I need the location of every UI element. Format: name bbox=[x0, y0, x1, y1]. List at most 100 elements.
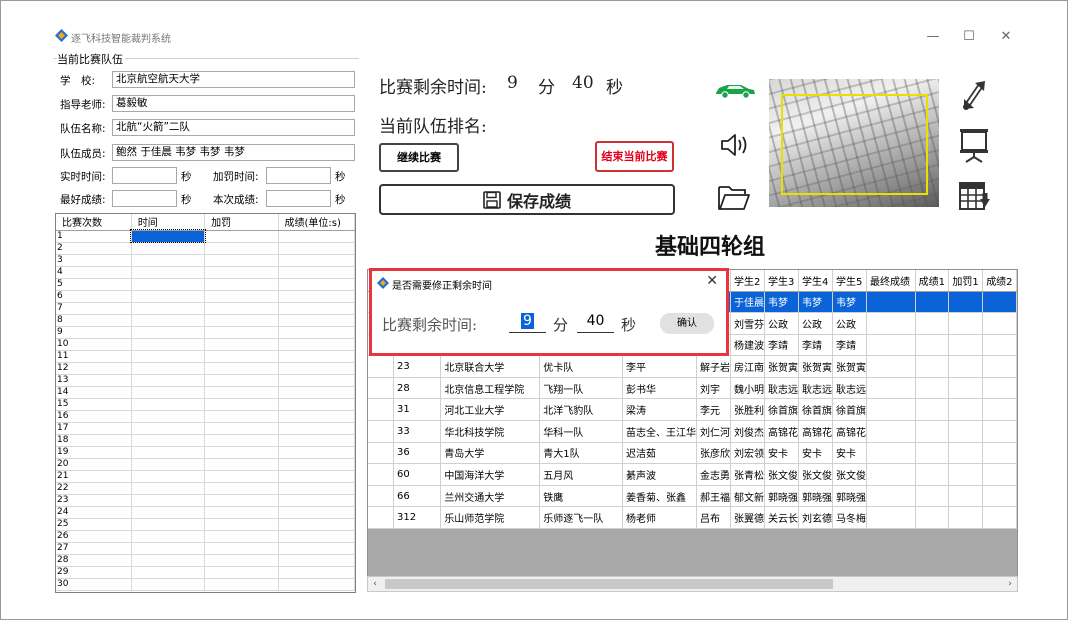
table-row[interactable]: 15 bbox=[56, 398, 355, 411]
table-cell[interactable] bbox=[278, 278, 355, 291]
table-cell[interactable] bbox=[131, 314, 206, 327]
table-cell[interactable] bbox=[204, 290, 279, 303]
table-row[interactable]: 23 北京联合大学 优卡队 李平 解子岩 房江南 张贺寅 张贺寅 张贺寅 bbox=[368, 355, 1017, 378]
table-cell[interactable]: 彭书华 bbox=[622, 377, 697, 400]
table-row[interactable]: 5 bbox=[56, 278, 355, 291]
dialog-minutes-input[interactable]: 9 bbox=[509, 313, 546, 333]
table-row[interactable]: 2 bbox=[56, 242, 355, 255]
table-cell[interactable] bbox=[278, 470, 355, 483]
table-cell[interactable] bbox=[131, 410, 206, 423]
realtime-field[interactable] bbox=[112, 167, 177, 184]
table-cell[interactable] bbox=[131, 422, 206, 435]
table-cell[interactable]: 刘俊杰 bbox=[730, 420, 765, 443]
table-cell[interactable] bbox=[982, 377, 1017, 400]
dialog-close-icon[interactable]: ✕ bbox=[706, 273, 718, 289]
table-cell[interactable] bbox=[982, 398, 1017, 422]
table-cell[interactable] bbox=[204, 458, 279, 471]
table-cell[interactable] bbox=[278, 542, 355, 555]
table-cell[interactable]: 2 bbox=[56, 242, 132, 255]
table-cell[interactable]: 安卡 bbox=[798, 442, 833, 465]
table-cell[interactable] bbox=[982, 334, 1017, 357]
table-cell[interactable] bbox=[915, 485, 950, 508]
table-cell[interactable]: 26 bbox=[56, 530, 132, 543]
table-cell[interactable] bbox=[131, 398, 206, 411]
team-name-field[interactable]: 北航“火箭”二队 bbox=[112, 119, 355, 136]
table-cell[interactable] bbox=[204, 266, 279, 279]
table-cell[interactable]: 张贺寅 bbox=[798, 355, 833, 378]
table-cell[interactable]: 11 bbox=[56, 350, 132, 363]
table-cell[interactable]: 312 bbox=[393, 506, 442, 530]
table-cell[interactable]: 18 bbox=[56, 434, 132, 447]
table-cell[interactable] bbox=[915, 463, 950, 486]
members-field[interactable]: 鲍然 于佳晨 韦梦 韦梦 韦梦 bbox=[112, 144, 355, 161]
minimize-button[interactable]: — bbox=[923, 29, 943, 45]
table-cell[interactable] bbox=[915, 312, 950, 335]
column-header[interactable]: 加罚 bbox=[204, 214, 279, 231]
table-cell[interactable]: 31 bbox=[393, 398, 442, 422]
table-cell[interactable] bbox=[948, 398, 984, 422]
table-cell[interactable] bbox=[278, 458, 355, 471]
dialog-ok-button[interactable]: 确认 bbox=[660, 313, 714, 334]
table-cell[interactable]: 公政 bbox=[798, 312, 833, 335]
column-header[interactable]: 加罚1 bbox=[948, 270, 984, 292]
table-cell[interactable] bbox=[278, 314, 355, 327]
table-cell[interactable]: 郭晓强 bbox=[798, 485, 833, 508]
table-cell[interactable]: 4 bbox=[56, 266, 132, 279]
table-cell[interactable]: 16 bbox=[56, 410, 132, 423]
table-cell[interactable] bbox=[915, 334, 950, 357]
table-cell[interactable]: 14 bbox=[56, 386, 132, 399]
column-header[interactable]: 比赛次数 bbox=[56, 214, 132, 231]
table-row[interactable]: 18 bbox=[56, 434, 355, 447]
table-cell[interactable]: 青大1队 bbox=[539, 442, 623, 465]
table-cell[interactable] bbox=[131, 446, 206, 459]
table-cell[interactable]: 中国海洋大学 bbox=[440, 463, 541, 486]
table-cell[interactable]: 李靖 bbox=[764, 334, 799, 357]
table-cell[interactable] bbox=[278, 482, 355, 495]
table-row[interactable]: 8 bbox=[56, 314, 355, 327]
attempts-grid[interactable]: 比赛次数 时间 加罚 成绩(单位:s) 1 2 3 4 5 6 7 8 9 10 11 12 13 14 1… bbox=[55, 213, 356, 593]
school-field[interactable]: 北京航空航天大学 bbox=[112, 71, 355, 88]
table-cell[interactable]: 公政 bbox=[832, 312, 867, 335]
table-cell[interactable] bbox=[131, 362, 206, 375]
table-cell[interactable] bbox=[204, 362, 279, 375]
table-cell[interactable] bbox=[278, 518, 355, 531]
table-cell[interactable] bbox=[866, 442, 916, 465]
table-cell[interactable]: 7 bbox=[56, 302, 132, 315]
table-cell[interactable]: 20 bbox=[56, 458, 132, 471]
table-cell[interactable] bbox=[204, 254, 279, 267]
table-cell[interactable]: 郝王福 bbox=[696, 485, 731, 508]
table-cell[interactable]: 12 bbox=[56, 362, 132, 375]
table-cell[interactable] bbox=[204, 446, 279, 459]
table-row[interactable]: 11 bbox=[56, 350, 355, 363]
table-cell[interactable]: 梁涛 bbox=[622, 398, 697, 422]
table-cell[interactable] bbox=[204, 326, 279, 339]
column-header[interactable]: 学生2 bbox=[730, 270, 765, 292]
table-cell[interactable]: 刘玄德 bbox=[798, 506, 833, 530]
table-cell[interactable] bbox=[278, 302, 355, 315]
table-cell[interactable] bbox=[131, 374, 206, 387]
table-row[interactable]: 14 bbox=[56, 386, 355, 399]
table-cell[interactable] bbox=[204, 278, 279, 291]
row-header[interactable] bbox=[368, 355, 394, 378]
table-cell[interactable] bbox=[915, 377, 950, 400]
table-cell[interactable]: 1 bbox=[56, 230, 132, 243]
dialog-seconds-input[interactable]: 40 bbox=[577, 313, 614, 333]
row-header[interactable] bbox=[368, 398, 394, 422]
table-cell[interactable]: 66 bbox=[393, 485, 442, 508]
table-cell[interactable]: 于佳晨 bbox=[730, 291, 765, 314]
table-cell[interactable] bbox=[278, 554, 355, 567]
table-cell[interactable] bbox=[131, 458, 206, 471]
scroll-right-icon[interactable]: › bbox=[1003, 577, 1017, 591]
table-row[interactable]: 60 中国海洋大学 五月风 綦声波 金志勇 张青松 张文俊 张文俊 张文俊 bbox=[368, 463, 1017, 486]
table-cell[interactable]: 李靖 bbox=[798, 334, 833, 357]
table-cell[interactable]: 耿志远 bbox=[764, 377, 799, 400]
table-cell[interactable] bbox=[915, 420, 950, 443]
table-cell[interactable]: 铁鹰 bbox=[539, 485, 623, 508]
table-cell[interactable]: 苗志全、王江华 bbox=[622, 420, 697, 443]
column-header[interactable]: 学生5 bbox=[832, 270, 867, 292]
table-cell[interactable]: 高锦花 bbox=[832, 420, 867, 443]
table-cell[interactable]: 张青松 bbox=[730, 463, 765, 486]
table-cell[interactable]: 綦声波 bbox=[622, 463, 697, 486]
table-cell[interactable] bbox=[204, 338, 279, 351]
table-cell[interactable]: 25 bbox=[56, 518, 132, 531]
